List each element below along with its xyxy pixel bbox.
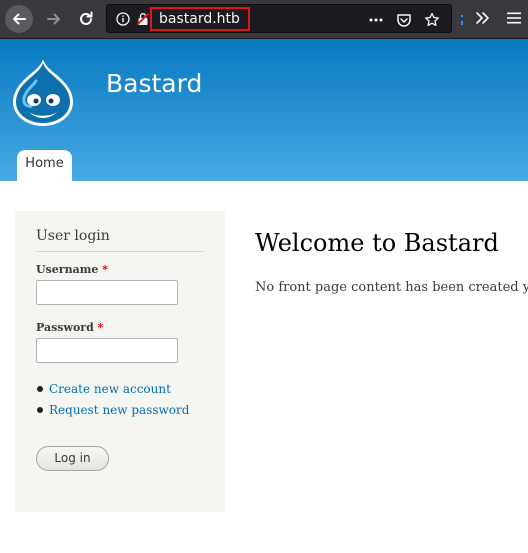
required-mark: * bbox=[97, 321, 104, 334]
user-links: Create new account Request new password bbox=[36, 382, 189, 424]
info-icon[interactable] bbox=[115, 11, 131, 27]
request-password-link-text[interactable]: Request new password bbox=[49, 403, 189, 417]
reload-icon bbox=[80, 11, 93, 25]
url-text[interactable]: bastard.htb bbox=[159, 11, 240, 27]
tab-home[interactable]: Home bbox=[17, 150, 72, 181]
more-dots-icon[interactable] bbox=[367, 11, 385, 29]
request-password-link[interactable]: Request new password bbox=[36, 403, 189, 424]
url-bar[interactable]: bastard.htb bbox=[106, 4, 452, 33]
insecure-lock-icon[interactable] bbox=[135, 11, 151, 27]
back-arrow-icon bbox=[13, 13, 26, 25]
login-button[interactable]: Log in bbox=[36, 446, 109, 471]
create-account-link[interactable]: Create new account bbox=[36, 382, 189, 403]
front-page-message: No front page content has been created y… bbox=[255, 280, 528, 295]
sidebar-user-login: User login Username * Password * Create … bbox=[15, 211, 225, 512]
reload-button[interactable] bbox=[72, 5, 100, 33]
site-header: Bastard Home bbox=[0, 39, 528, 181]
overflow-chevrons-icon[interactable] bbox=[474, 9, 490, 27]
forward-button[interactable] bbox=[40, 5, 68, 33]
bullet-icon bbox=[37, 407, 43, 413]
bullet-icon bbox=[37, 386, 43, 392]
site-name[interactable]: Bastard bbox=[106, 68, 202, 100]
forward-arrow-icon bbox=[47, 13, 60, 25]
browser-toolbar: bastard.htb bbox=[0, 0, 528, 39]
password-input[interactable] bbox=[36, 338, 178, 363]
pocket-icon[interactable] bbox=[395, 11, 413, 29]
back-button[interactable] bbox=[5, 5, 33, 33]
username-input[interactable] bbox=[36, 280, 178, 305]
hamburger-menu-icon[interactable] bbox=[506, 9, 522, 27]
username-label-text: Username bbox=[36, 263, 99, 276]
create-account-link-text[interactable]: Create new account bbox=[49, 382, 171, 396]
drupal-logo-icon[interactable] bbox=[12, 57, 74, 127]
required-mark: * bbox=[102, 263, 108, 276]
password-label-text: Password bbox=[36, 321, 94, 334]
bookmark-star-icon[interactable] bbox=[423, 11, 441, 29]
page-title: Welcome to Bastard bbox=[255, 229, 499, 257]
password-label: Password * bbox=[36, 321, 103, 335]
block-title: User login bbox=[36, 227, 204, 252]
toolbar-extension-icon[interactable] bbox=[461, 12, 464, 26]
username-label: Username * bbox=[36, 263, 108, 277]
